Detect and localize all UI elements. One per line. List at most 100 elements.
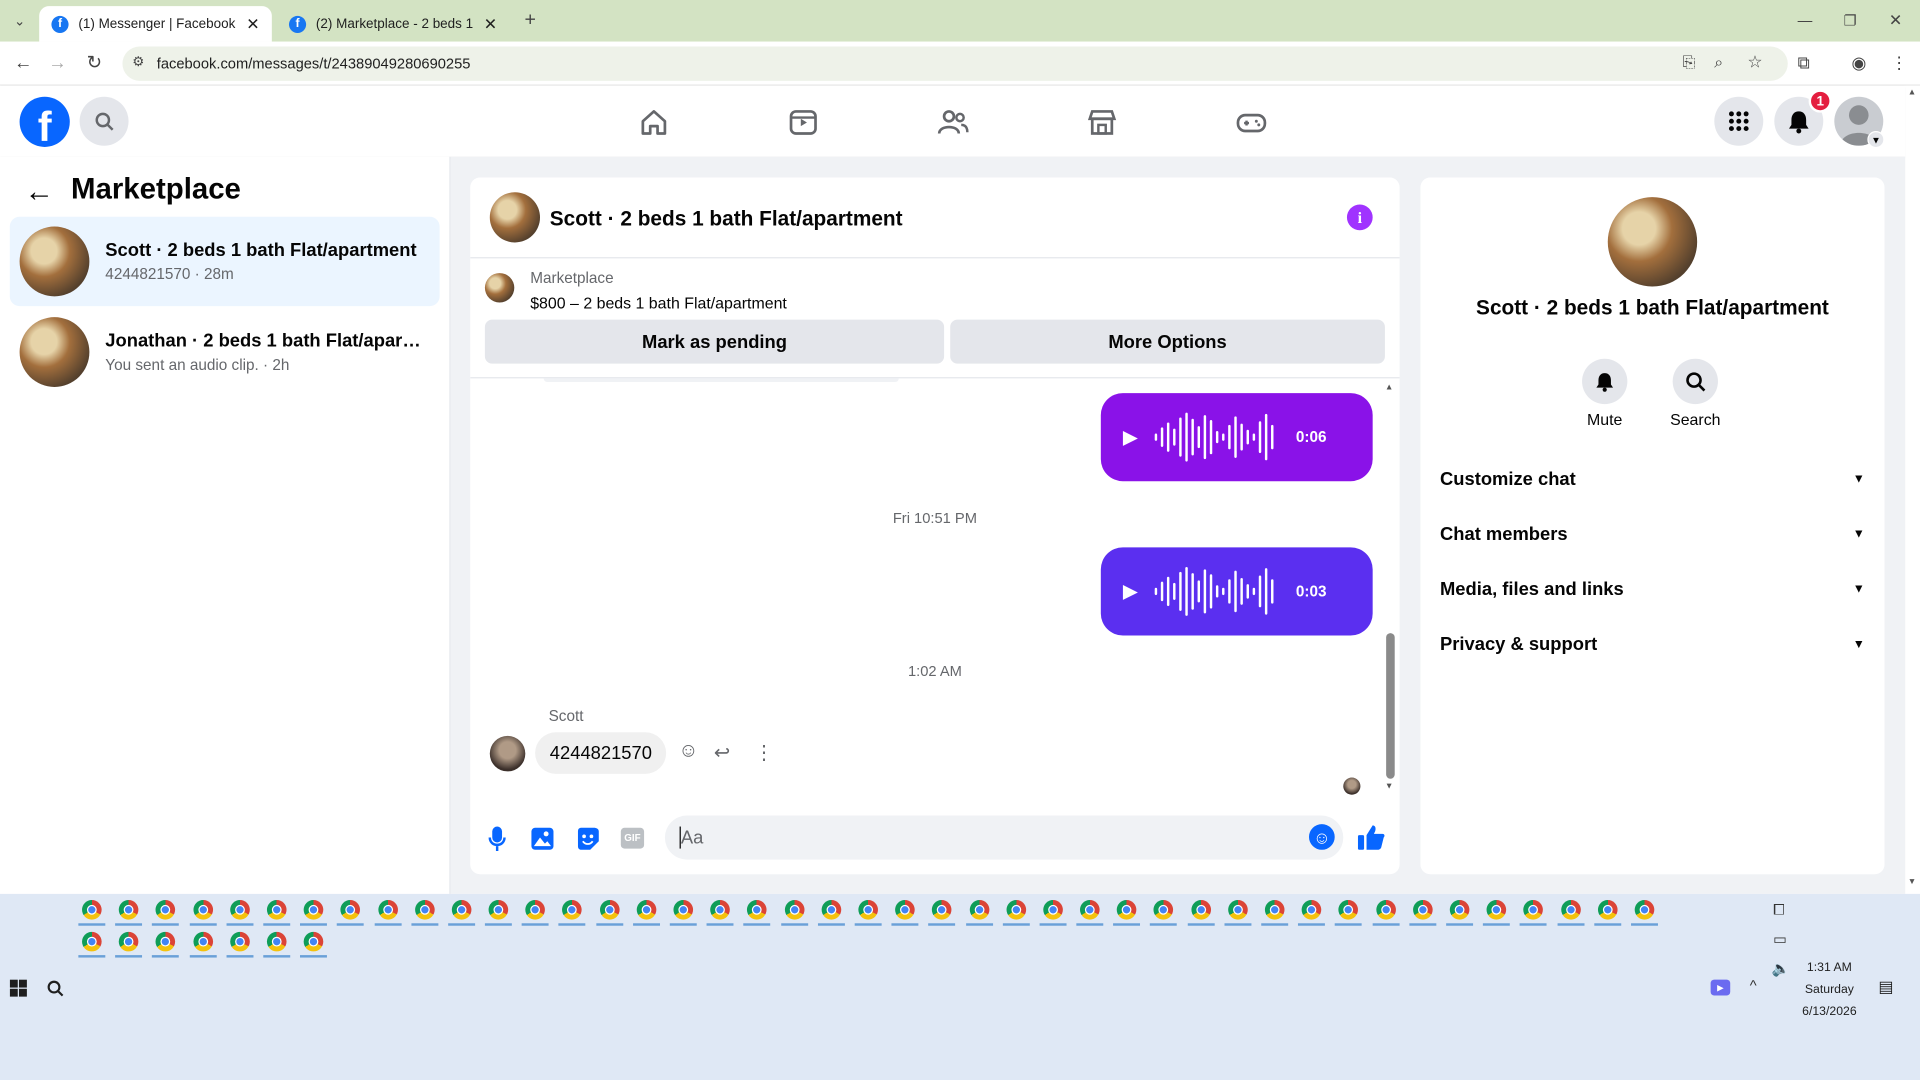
sticker-icon[interactable] xyxy=(576,827,600,858)
taskbar-app-button[interactable] xyxy=(263,896,291,926)
taskbar-app-button[interactable] xyxy=(189,928,217,958)
profile-icon[interactable]: ◉ xyxy=(1851,53,1866,74)
taskbar-app-button[interactable] xyxy=(189,896,217,926)
search-button[interactable] xyxy=(79,96,129,146)
taskbar-app-button[interactable] xyxy=(1076,896,1104,926)
listing-mini-thumbnail[interactable] xyxy=(484,273,515,303)
site-info-icon[interactable]: ⚙ xyxy=(132,54,144,70)
customize-chat-section[interactable]: Customize chat ▼ xyxy=(1440,454,1865,503)
more-actions-icon[interactable]: ⋮ xyxy=(754,741,774,765)
taskbar-app-button[interactable] xyxy=(78,896,106,926)
forward-icon[interactable]: → xyxy=(47,51,69,73)
taskbar-app-button[interactable] xyxy=(226,928,254,958)
mark-as-pending-button[interactable]: Mark as pending xyxy=(484,319,945,364)
taskbar-app-button[interactable] xyxy=(632,896,660,926)
taskbar-app-button[interactable] xyxy=(558,896,586,926)
nav-friends[interactable] xyxy=(932,102,974,144)
taskbar-app-button[interactable] xyxy=(1372,896,1400,926)
scroll-up-icon[interactable]: ▲ xyxy=(1908,88,1916,97)
chat-title[interactable]: Scott · 2 beds 1 bath Flat/apartment xyxy=(550,207,903,231)
taskbar-app-button[interactable] xyxy=(78,928,106,958)
taskbar-app-button[interactable] xyxy=(891,896,919,926)
photo-icon[interactable] xyxy=(530,827,554,858)
search-conversation-button[interactable] xyxy=(1672,358,1718,405)
address-bar[interactable]: ⚙ facebook.com/messages/t/24389049280690… xyxy=(122,46,1788,81)
account-chevron-icon[interactable]: ▼ xyxy=(1867,131,1885,149)
privacy-support-section[interactable]: Privacy & support ▼ xyxy=(1440,620,1865,669)
taskbar-app-button[interactable] xyxy=(337,896,365,926)
play-icon[interactable]: ▶ xyxy=(1123,579,1138,603)
taskbar-app-button[interactable] xyxy=(1519,896,1547,926)
taskbar-app-button[interactable] xyxy=(669,896,697,926)
taskbar-app-button[interactable] xyxy=(1409,896,1437,926)
text-message-bubble[interactable]: 4244821570 xyxy=(535,732,667,774)
emoji-icon[interactable]: ☺ xyxy=(1308,824,1335,850)
taskbar-app-button[interactable] xyxy=(1187,896,1215,926)
extensions-icon[interactable]: ⧉ xyxy=(1798,53,1810,74)
tray-device-icon[interactable]: ⧠ xyxy=(1773,901,1785,919)
mute-button[interactable] xyxy=(1582,358,1628,405)
taskbar-app-button[interactable] xyxy=(965,896,993,926)
facebook-logo-icon[interactable]: f xyxy=(19,96,70,147)
taskbar-search-icon[interactable] xyxy=(44,977,66,999)
taskbar-app-button[interactable] xyxy=(743,896,771,926)
taskbar-app-button[interactable] xyxy=(1150,896,1178,926)
back-arrow-icon[interactable]: ← xyxy=(24,175,53,208)
chat-avatar[interactable] xyxy=(489,192,541,243)
close-tab-icon[interactable]: ✕ xyxy=(484,14,497,34)
taskbar-app-button[interactable] xyxy=(1593,896,1621,926)
taskbar-app-button[interactable] xyxy=(1002,896,1030,926)
thumbs-up-icon[interactable] xyxy=(1357,824,1386,857)
audio-message-bubble[interactable]: ▶ 0:03 xyxy=(1100,547,1373,636)
taskbar-app-button[interactable] xyxy=(1446,896,1473,926)
tab-search-icon[interactable]: ⌄ xyxy=(7,11,31,31)
taskbar-app-button[interactable] xyxy=(1224,896,1252,926)
listing-price[interactable]: $800 – 2 beds 1 bath Flat/apartment xyxy=(530,294,787,312)
chat-profile-image[interactable] xyxy=(1607,197,1698,287)
taskbar-app-button[interactable] xyxy=(1298,896,1326,926)
minimize-icon[interactable]: — xyxy=(1795,10,1815,32)
windows-start-icon[interactable] xyxy=(7,977,29,999)
bookmark-star-icon[interactable]: ☆ xyxy=(1747,51,1762,72)
taskbar-app-button[interactable] xyxy=(1039,896,1067,926)
taskbar-clock[interactable]: 1:31 AM Saturday 6/13/2026 xyxy=(1790,958,1868,1024)
react-emoji-icon[interactable]: ☺ xyxy=(678,741,698,763)
gif-icon[interactable]: GIF xyxy=(620,827,645,849)
taskbar-app-button[interactable] xyxy=(226,896,254,926)
taskbar-app-button[interactable] xyxy=(521,896,549,926)
taskbar-app-button[interactable] xyxy=(780,896,808,926)
tab-messenger[interactable]: f (1) Messenger | Facebook ✕ xyxy=(39,6,272,42)
play-icon[interactable]: ▶ xyxy=(1123,425,1138,449)
page-scrollbar[interactable]: ▲ ▼ xyxy=(1905,85,1920,894)
close-tab-icon[interactable]: ✕ xyxy=(246,14,259,34)
taskbar-app-button[interactable] xyxy=(1261,896,1289,926)
close-window-icon[interactable]: ✕ xyxy=(1886,10,1906,32)
taskbar-app-button[interactable] xyxy=(1113,896,1141,926)
taskbar-app-button[interactable] xyxy=(595,896,623,926)
taskbar-app-button[interactable] xyxy=(411,896,438,926)
taskbar-app-button[interactable] xyxy=(1335,896,1363,926)
taskbar-app-button[interactable] xyxy=(152,896,180,926)
taskbar-app-button[interactable] xyxy=(854,896,882,926)
taskbar-app-button[interactable] xyxy=(374,896,402,926)
conversation-item-scott[interactable]: Scott · 2 beds 1 bath Flat/apartment 424… xyxy=(9,216,440,307)
waveform-icon[interactable] xyxy=(1155,566,1274,616)
nav-gaming[interactable] xyxy=(1231,102,1273,144)
menu-kebab-icon[interactable]: ⋮ xyxy=(1891,53,1908,74)
microphone-icon[interactable] xyxy=(487,825,507,858)
restore-icon[interactable]: ❐ xyxy=(1840,10,1860,32)
taskbar-app-button[interactable] xyxy=(300,928,328,958)
taskbar-app-button[interactable] xyxy=(300,896,328,926)
taskbar-app-button[interactable] xyxy=(817,896,845,926)
scroll-up-icon[interactable]: ▲ xyxy=(1385,383,1393,392)
taskbar-app-button[interactable] xyxy=(263,928,291,958)
more-options-button[interactable]: More Options xyxy=(950,319,1385,364)
taskbar-app-button[interactable] xyxy=(484,896,512,926)
nav-marketplace[interactable] xyxy=(1081,102,1123,144)
chat-members-section[interactable]: Chat members ▼ xyxy=(1440,509,1865,558)
notification-center-icon[interactable]: ▤ xyxy=(1878,977,1893,997)
taskbar-app-button[interactable] xyxy=(1630,896,1658,926)
nav-video[interactable] xyxy=(782,102,824,144)
nav-home[interactable] xyxy=(633,102,675,144)
sender-avatar[interactable] xyxy=(489,735,526,772)
